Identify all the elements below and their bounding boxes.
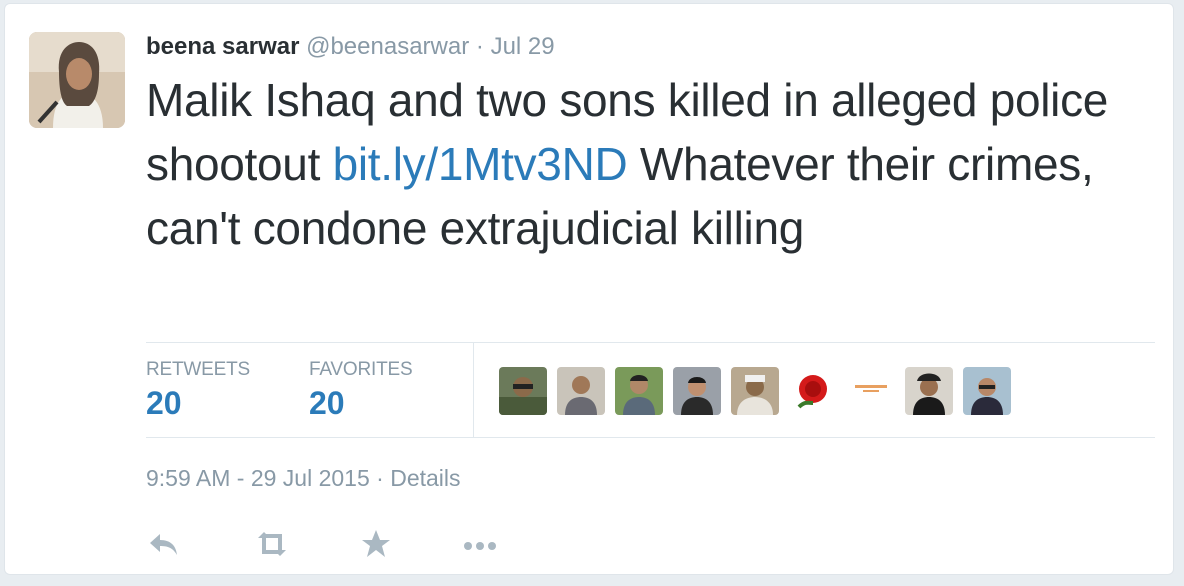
retweet-icon[interactable] (250, 526, 294, 567)
stats-divider (473, 343, 474, 437)
tweet-date[interactable]: Jul 29 (491, 33, 555, 60)
favoriter-avatar-1[interactable] (499, 367, 547, 415)
more-icon[interactable] (460, 526, 500, 567)
retweets-count: 20 (146, 385, 182, 421)
favoriter-avatar-5[interactable] (731, 367, 779, 415)
author-avatar[interactable] (29, 32, 125, 128)
details-link[interactable]: Details (390, 465, 460, 491)
retweets-label: RETWEETS (146, 359, 250, 380)
tweet-link[interactable]: bit.ly/1Mtv3ND (333, 138, 628, 190)
reply-icon[interactable] (146, 526, 182, 567)
favoriter-avatar-9[interactable] (963, 367, 1011, 415)
author-name[interactable]: beena sarwar (146, 33, 299, 60)
favoriter-avatar-3[interactable] (615, 367, 663, 415)
favorites-count: 20 (309, 385, 345, 421)
tweet-card: beena sarwar @beenasarwar · Jul 29 Malik… (4, 3, 1174, 575)
favoriter-avatar-rose[interactable] (789, 367, 837, 415)
favoriter-avatar-2[interactable] (557, 367, 605, 415)
tweet-text: Malik Ishaq and two sons killed in alleg… (146, 68, 1156, 260)
tweet-header: beena sarwar @beenasarwar · Jul 29 (146, 32, 555, 62)
tweet-timestamp[interactable]: 9:59 AM - 29 Jul 2015 (146, 465, 370, 491)
meta-separator: · (376, 465, 384, 491)
favoriter-avatar-logo[interactable] (847, 367, 895, 415)
header-separator: · (475, 33, 484, 60)
tweet-stats: RETWEETS 20 FAVORITES 20 (146, 342, 1155, 438)
tweet-meta: 9:59 AM - 29 Jul 2015 · Details (146, 465, 461, 492)
favorites-stat[interactable]: FAVORITES 20 (309, 359, 413, 422)
favoriter-avatar-4[interactable] (673, 367, 721, 415)
favorites-label: FAVORITES (309, 359, 413, 380)
author-handle[interactable]: @beenasarwar (306, 33, 469, 60)
favoriter-avatar-8[interactable] (905, 367, 953, 415)
favorite-star-icon[interactable] (358, 526, 394, 567)
retweets-stat[interactable]: RETWEETS 20 (146, 359, 250, 422)
